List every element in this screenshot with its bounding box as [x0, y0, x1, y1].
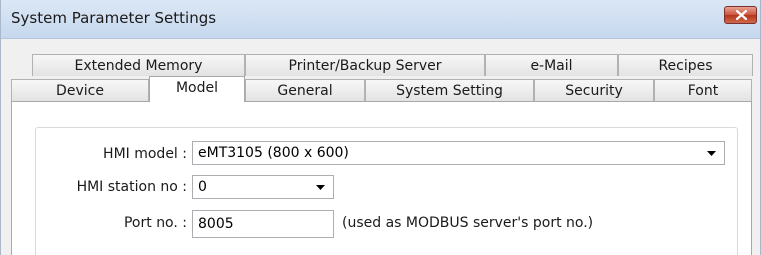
tab-model[interactable]: Model	[149, 76, 245, 102]
tab-font[interactable]: Font	[654, 79, 752, 101]
window-title: System Parameter Settings	[11, 9, 217, 27]
tab-system-setting[interactable]: System Setting	[365, 79, 534, 101]
port-no-label: Port no. :	[123, 215, 187, 231]
tab-extended-memory[interactable]: Extended Memory	[32, 54, 245, 76]
tab-printer-backup-server[interactable]: Printer/Backup Server	[245, 54, 485, 76]
hmi-station-no-label: HMI station no :	[76, 179, 187, 195]
port-no-note: (used as MODBUS server's port no.)	[342, 215, 594, 231]
tab-recipes[interactable]: Recipes	[618, 54, 753, 76]
port-no-input[interactable]: 8005	[192, 210, 334, 238]
hmi-station-no-value: 0	[198, 179, 207, 195]
hmi-model-value: eMT3105 (800 x 600)	[198, 145, 349, 161]
tab-device[interactable]: Device	[11, 79, 149, 101]
hmi-model-select[interactable]: eMT3105 (800 x 600)	[192, 141, 725, 165]
chevron-down-icon	[707, 151, 716, 156]
system-parameter-settings-window: System Parameter Settings Extended Memor…	[0, 0, 761, 255]
hmi-model-label: HMI model :	[103, 146, 187, 162]
port-no-value: 8005	[198, 216, 234, 232]
tab-security[interactable]: Security	[534, 79, 654, 101]
title-bar: System Parameter Settings	[1, 0, 760, 39]
chevron-down-icon	[316, 185, 325, 190]
close-button[interactable]	[724, 6, 757, 24]
close-icon	[736, 10, 747, 20]
tab-email[interactable]: e-Mail	[485, 54, 618, 76]
tab-general[interactable]: General	[245, 79, 365, 101]
hmi-station-no-select[interactable]: 0	[192, 175, 334, 199]
